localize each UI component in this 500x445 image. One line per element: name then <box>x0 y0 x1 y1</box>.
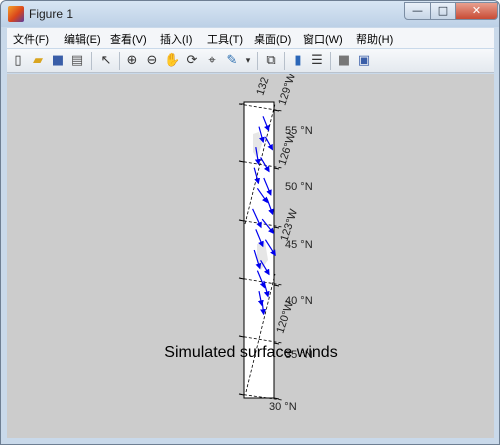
pan-icon[interactable]: ✋ <box>164 53 180 69</box>
lat-label: 55 °N <box>285 125 313 137</box>
toolbar-separator <box>257 52 258 70</box>
lat-label: 50 °N <box>285 181 313 193</box>
toolbar-separator <box>330 52 331 70</box>
rotate-icon[interactable]: ⟳ <box>184 53 200 69</box>
save-icon[interactable]: ■ <box>50 53 66 69</box>
menu-edit[interactable]: 编辑(E) <box>64 31 101 47</box>
figure-title: Simulated surface winds <box>164 344 338 361</box>
menu-file[interactable]: 文件(F) <box>13 31 49 47</box>
link-plot-icon[interactable]: ⧉ <box>263 53 279 69</box>
lon-label: 129°W <box>276 74 298 107</box>
open-file-icon[interactable]: ▰ <box>30 53 46 69</box>
lon-label: 123°W <box>278 207 300 243</box>
figure-window: Figure 1 — □ ✕ 文件(F) 编辑(E) 查看(V) 插入(I) 工… <box>0 0 500 445</box>
maximize-button[interactable]: □ <box>430 2 456 20</box>
map-axes[interactable]: 132 129°W 126°W 123°W 120°W 55 °N 50 °N … <box>7 74 494 438</box>
menu-view[interactable]: 查看(V) <box>110 31 147 47</box>
menu-window[interactable]: 窗口(W) <box>303 31 343 47</box>
lon-label: 132 <box>254 76 271 97</box>
data-cursor-icon[interactable]: ⌖ <box>204 53 220 69</box>
toolbar-separator <box>119 52 120 70</box>
pointer-icon[interactable]: ↖ <box>98 53 114 69</box>
matlab-icon <box>8 6 24 22</box>
lat-label: 30 °N <box>269 401 297 413</box>
new-figure-icon[interactable]: ▯ <box>10 53 26 69</box>
toolbar-separator <box>284 52 285 70</box>
brush-dropdown-icon[interactable]: ▾ <box>240 53 256 69</box>
zoom-in-icon[interactable]: ⊕ <box>124 53 140 69</box>
colorbar-icon[interactable]: ▮ <box>290 53 306 69</box>
figure-toolbar: ▯ ▰ ■ ▤ ↖ ⊕ ⊖ ✋ ⟳ ⌖ ✎ ▾ ⧉ ▮ ☰ ■ ▣ <box>7 49 494 73</box>
window-title: Figure 1 <box>29 7 74 21</box>
print-icon[interactable]: ▤ <box>69 53 85 69</box>
lat-label: 40 °N <box>285 295 313 307</box>
figure-canvas[interactable]: 132 129°W 126°W 123°W 120°W 55 °N 50 °N … <box>7 74 494 438</box>
menu-help[interactable]: 帮助(H) <box>356 31 393 47</box>
menu-tools[interactable]: 工具(T) <box>207 31 243 47</box>
brush-icon[interactable]: ✎ <box>224 53 240 69</box>
hide-plot-tools-icon[interactable]: ■ <box>336 53 352 69</box>
legend-icon[interactable]: ☰ <box>309 53 325 69</box>
show-plot-tools-icon[interactable]: ▣ <box>356 53 372 69</box>
close-button[interactable]: ✕ <box>455 2 498 20</box>
title-bar[interactable]: Figure 1 — □ ✕ <box>1 1 499 27</box>
menu-insert[interactable]: 插入(I) <box>160 31 192 47</box>
menu-bar: 文件(F) 编辑(E) 查看(V) 插入(I) 工具(T) 桌面(D) 窗口(W… <box>7 28 494 48</box>
menu-desktop[interactable]: 桌面(D) <box>254 31 291 47</box>
minimize-button[interactable]: — <box>404 2 431 20</box>
lat-label: 45 °N <box>285 239 313 251</box>
toolbar-separator <box>91 52 92 70</box>
zoom-out-icon[interactable]: ⊖ <box>144 53 160 69</box>
